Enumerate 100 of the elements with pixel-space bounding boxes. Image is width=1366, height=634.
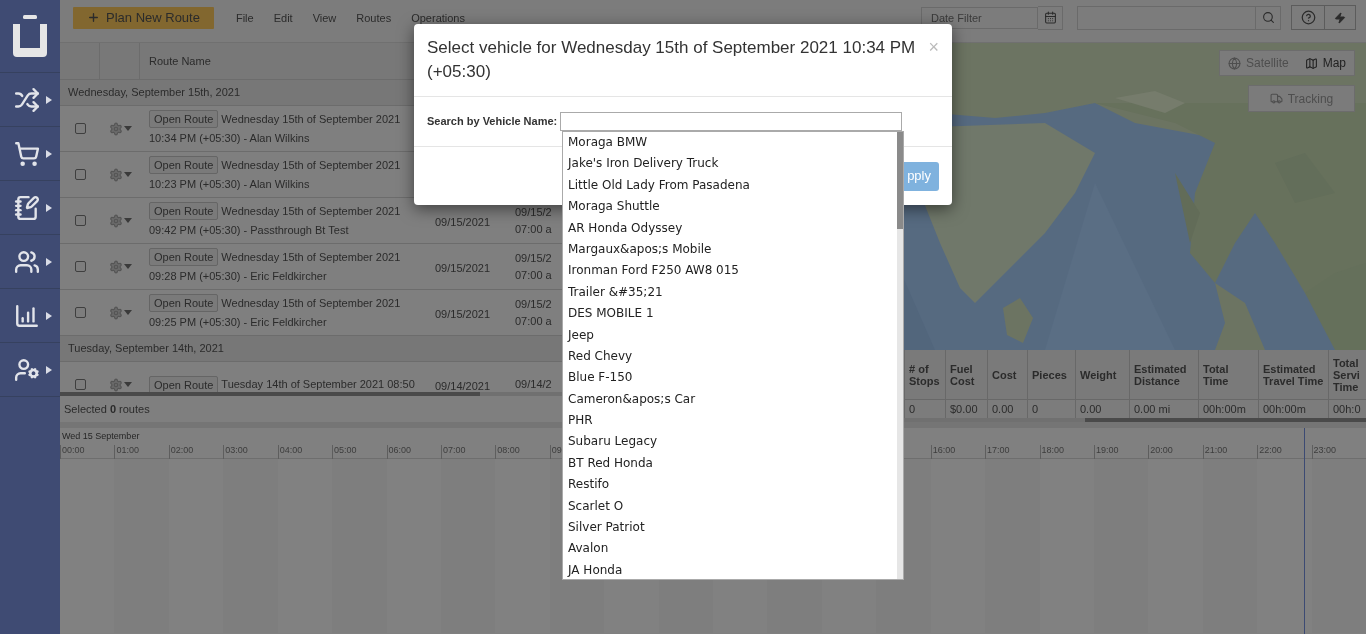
hour-tick: 04:00 bbox=[279, 444, 303, 455]
hour-tick: 23:00 bbox=[1313, 444, 1337, 455]
vehicle-option[interactable]: AR Honda Odyssey bbox=[563, 217, 897, 239]
gear-icon bbox=[108, 213, 123, 228]
scrollbar[interactable] bbox=[897, 132, 903, 229]
arrows-icon bbox=[14, 86, 40, 113]
vehicle-option[interactable]: Little Old Lady From Pasadena bbox=[563, 174, 897, 197]
group-heading: Tuesday, September 14th, 2021 bbox=[68, 341, 224, 357]
caret-icon bbox=[46, 257, 52, 266]
column-header: Weight bbox=[1080, 368, 1117, 381]
column-header: Cost bbox=[992, 368, 1017, 381]
checkbox[interactable] bbox=[74, 123, 86, 134]
table-cell-text: 00h:0 bbox=[1333, 401, 1361, 417]
hour-tick: 03:00 bbox=[225, 444, 248, 455]
checkbox[interactable] bbox=[74, 379, 86, 390]
vehicle-option[interactable]: Scarlet O bbox=[563, 495, 897, 518]
table-cell: 09/14/2021 bbox=[435, 379, 491, 392]
route-title: Wednesday 15th of September 2021 bbox=[221, 204, 401, 219]
caret-icon bbox=[46, 149, 52, 158]
search-button[interactable] bbox=[1256, 5, 1281, 30]
caret-icon bbox=[123, 382, 132, 387]
column-header: # of Stops bbox=[909, 362, 941, 387]
column-header: Fuel Cost bbox=[950, 362, 976, 387]
vehicle-option[interactable]: Moraga BMW bbox=[563, 132, 897, 154]
date-filter-field[interactable]: Date Filter bbox=[921, 6, 1038, 29]
gear-icon bbox=[108, 167, 123, 182]
timeline-date: Wed 15 September bbox=[62, 430, 140, 443]
vehicle-option[interactable]: Subaru Legacy bbox=[563, 431, 897, 453]
hour-tick: 01:00 bbox=[116, 444, 139, 455]
route-title: Tuesday 14th of September 2021 08:50 bbox=[221, 377, 415, 392]
calendar-button[interactable] bbox=[1038, 5, 1063, 30]
map-type-button[interactable]: Map bbox=[1296, 51, 1354, 75]
help-icon bbox=[1300, 10, 1316, 25]
hour-tick: 18:00 bbox=[1041, 444, 1065, 455]
checkbox[interactable] bbox=[74, 169, 86, 180]
plus-icon bbox=[87, 11, 100, 24]
hour-tick: 19:00 bbox=[1095, 444, 1119, 455]
table-cell-text: 07:00 a bbox=[515, 313, 553, 329]
vehicle-option[interactable]: Margaux&apos;s Mobile bbox=[563, 238, 897, 261]
route-title: Wednesday 15th of September 2021 bbox=[221, 158, 401, 173]
vehicle-option[interactable]: JA Honda bbox=[563, 559, 897, 579]
vehicle-option[interactable]: Jake's Iron Delivery Truck bbox=[563, 153, 897, 175]
table-cell-text: 00h:00m bbox=[1263, 401, 1306, 417]
route-subtitle: 09:25 PM (+05:30) - Eric Feldkircher bbox=[149, 315, 328, 331]
table-cell-text: 0.00 bbox=[1080, 401, 1102, 417]
globe-icon bbox=[1227, 56, 1241, 70]
vehicle-option[interactable]: Blue F-150 bbox=[563, 367, 897, 389]
vehicle-option[interactable]: Trailer &#35;21 bbox=[563, 281, 897, 304]
vehicle-option[interactable]: Avalon bbox=[563, 538, 897, 560]
table-cell-text: 0.00 mi bbox=[1134, 401, 1171, 417]
search-label: Search by Vehicle Name: bbox=[427, 114, 558, 130]
vehicle-option[interactable]: Red Chevy bbox=[563, 345, 897, 368]
vehicle-option[interactable]: Moraga Shuttle bbox=[563, 196, 897, 218]
table-cell-text: $0.00 bbox=[950, 401, 978, 417]
caret-icon bbox=[123, 126, 132, 131]
column-header: Estimated Distance bbox=[1134, 362, 1188, 387]
scrollbar[interactable] bbox=[1084, 418, 1366, 422]
vehicle-option[interactable]: Silver Patriot bbox=[563, 517, 897, 539]
hour-tick: 21:00 bbox=[1204, 444, 1228, 455]
table-cell-text: 0 bbox=[1032, 401, 1039, 417]
route-subtitle: 10:23 PM (+05:30) - Alan Wilkins bbox=[149, 177, 311, 193]
vehicle-option[interactable]: Cameron&apos;s Car bbox=[563, 388, 897, 411]
caret-icon bbox=[123, 172, 132, 177]
hour-tick: 07:00 bbox=[442, 444, 466, 455]
table-cell: 09/15/2021 bbox=[435, 307, 491, 320]
vehicle-option[interactable]: Jeep bbox=[563, 324, 897, 346]
vehicle-option[interactable]: PHR bbox=[563, 410, 897, 432]
table-cell-text: 0 bbox=[909, 401, 916, 417]
caret-icon bbox=[46, 311, 52, 320]
menu-item[interactable]: Routes bbox=[346, 9, 402, 26]
bar-chart-icon bbox=[14, 302, 40, 329]
caret-icon bbox=[46, 95, 52, 104]
map-icon bbox=[1304, 56, 1318, 70]
vehicle-option[interactable]: DES MOBILE 1 bbox=[563, 303, 897, 325]
checkbox[interactable] bbox=[74, 215, 86, 226]
table-cell: 09/15/2021 bbox=[435, 261, 491, 274]
column-header: Estimated Travel Time bbox=[1263, 362, 1324, 387]
hour-tick: 09 bbox=[551, 444, 562, 455]
group-heading: Wednesday, September 15th, 2021 bbox=[68, 85, 241, 101]
table-cell: 09/15/2021 bbox=[435, 215, 491, 228]
vehicle-option[interactable]: Ironman Ford F250 AW8 015 bbox=[563, 260, 897, 282]
dialog-title: Select vehicle for Wednesday 15th of September 2021 10:34 PM (+05:30) bbox=[427, 37, 917, 83]
hour-tick: 17:00 bbox=[987, 444, 1010, 455]
gear-icon bbox=[108, 305, 123, 320]
gear-icon bbox=[108, 259, 123, 274]
caret-icon bbox=[46, 365, 52, 374]
menu-item[interactable]: View bbox=[302, 9, 347, 26]
hour-tick: 06:00 bbox=[388, 444, 412, 455]
caret-icon bbox=[123, 218, 132, 223]
checkbox[interactable] bbox=[74, 307, 86, 318]
vehicle-option[interactable]: BT Red Honda bbox=[563, 452, 897, 475]
vehicle-search-field[interactable] bbox=[560, 112, 903, 131]
vehicle-option[interactable]: Restifo bbox=[563, 474, 897, 496]
notebook-icon bbox=[14, 194, 40, 221]
truck-icon bbox=[1269, 92, 1283, 105]
table-cell-text: 09/15/2 bbox=[515, 251, 553, 266]
scrollbar[interactable] bbox=[60, 392, 480, 396]
table-cell-text: 09/14/2 bbox=[515, 377, 553, 392]
hour-tick: 00:00 bbox=[62, 444, 85, 455]
checkbox[interactable] bbox=[74, 261, 86, 272]
